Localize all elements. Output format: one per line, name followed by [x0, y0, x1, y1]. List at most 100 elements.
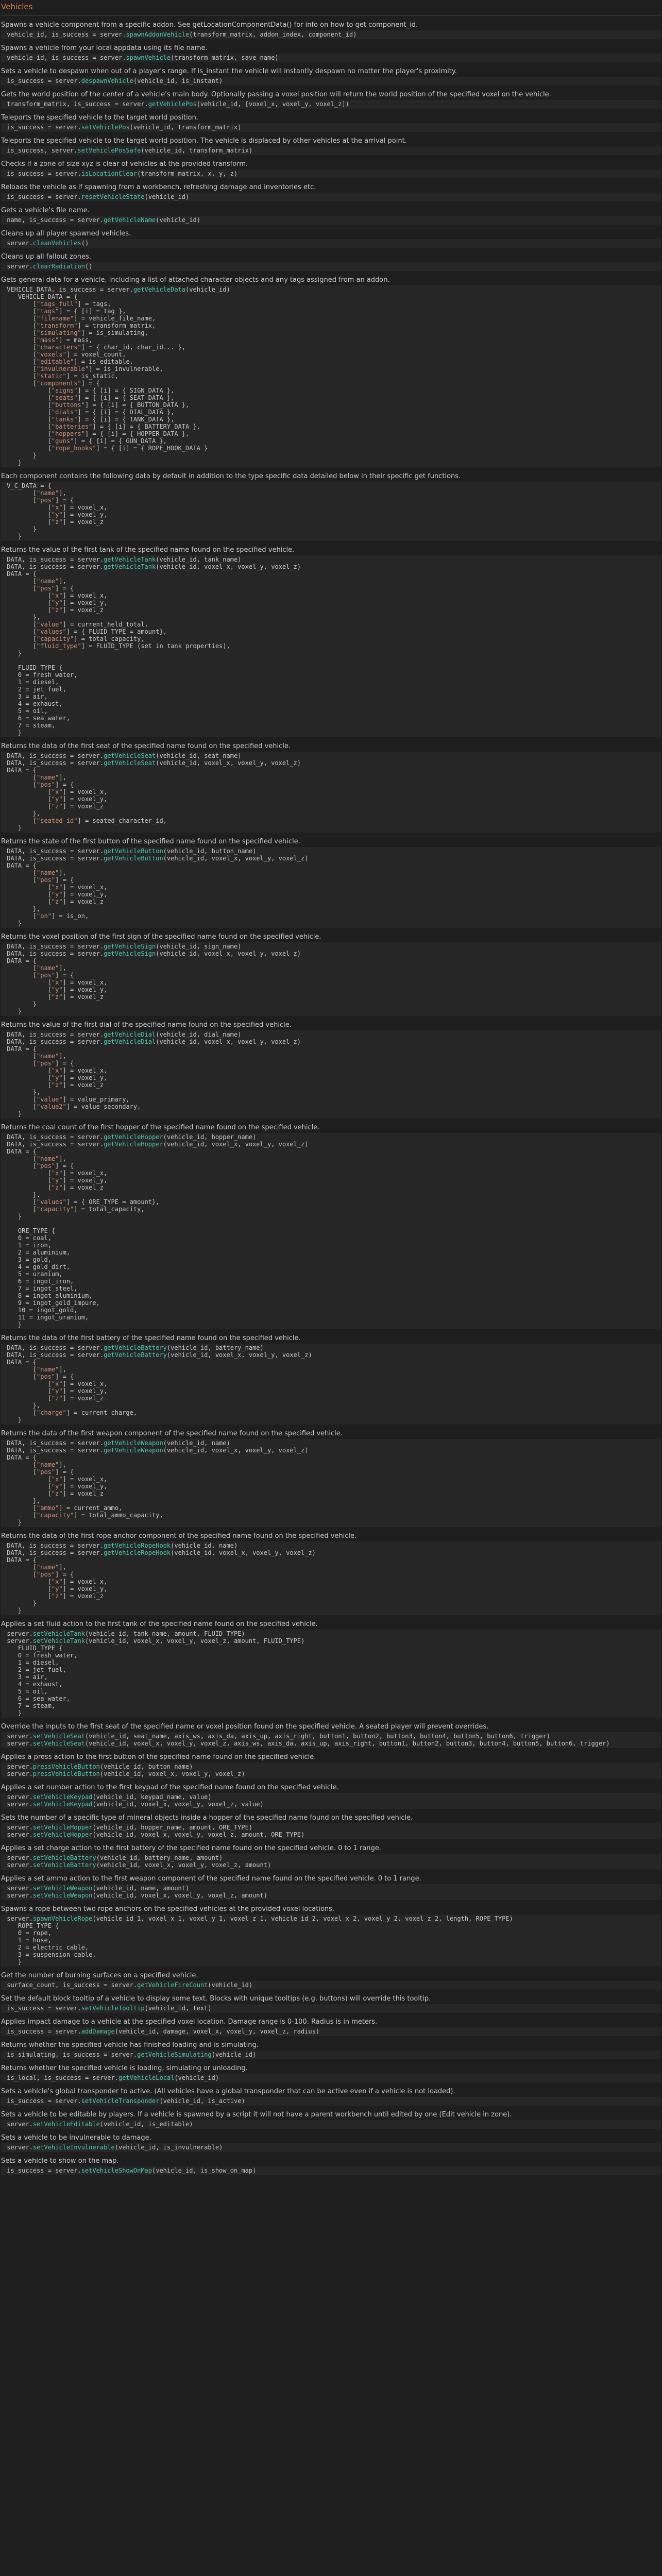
doc-entry: Applies impact damage to a vehicle at th… [1, 2018, 661, 2036]
entry-description: Sets a vehicle to be invulnerable to dam… [1, 2134, 151, 2142]
entry-description: Returns the state of the first button of… [1, 838, 300, 845]
entry-description: Returns the voxel position of the first … [1, 933, 321, 941]
entry-code-block: server.setVehicleWeapon(vehicle_id, name… [1, 1884, 661, 1900]
doc-entry: Spawns a vehicle from your local appdata… [1, 44, 661, 62]
entry-code-block: DATA, is_success = server.getVehicleSign… [1, 942, 661, 1016]
entry-code-block: server.setVehicleHopper(vehicle_id, hopp… [1, 1823, 661, 1839]
entry-description: Applies impact damage to a vehicle at th… [1, 2018, 378, 2026]
entry-code-block: transform_matrix, is_success = server.ge… [1, 100, 661, 109]
entry-description: Teleports the specified vehicle to the t… [1, 114, 199, 122]
entry-code-block: server.spawnVehicleRope(vehicle_id_1, vo… [1, 1914, 661, 1967]
entry-code-block: is_success, server.setVehiclePosSafe(veh… [1, 146, 661, 155]
doc-entry: Returns the value of the first dial of t… [1, 1021, 661, 1118]
doc-entry: Checks if a zone of size xyz is clear of… [1, 160, 661, 178]
entry-description: Gets the world position of the center of… [1, 91, 551, 98]
doc-entry: Returns whether the specified vehicle is… [1, 2064, 661, 2082]
doc-entry: Gets general data for a vehicle, includi… [1, 276, 661, 467]
entry-code-block: server.setVehicleBattery(vehicle_id, bat… [1, 1854, 661, 1870]
entry-code-block: vehicle_id, is_success = server.spawnAdd… [1, 30, 661, 39]
entry-description: Applies a set fluid action to the first … [1, 1620, 318, 1628]
doc-entry: Sets a vehicle to despawn when out of a … [1, 67, 661, 86]
entry-code-block: server.setVehicleTank(vehicle_id, tank_n… [1, 1630, 661, 1718]
entry-code-block: DATA, is_success = server.getVehicleSeat… [1, 752, 661, 833]
entry-code-block: vehicle_id, is_success = server.spawnVeh… [1, 54, 661, 62]
entry-description: Returns the data of the first weapon com… [1, 1430, 343, 1437]
entry-description: Sets a vehicle's global transponder to a… [1, 2088, 455, 2095]
doc-entry: Set the default block tooltip of a vehic… [1, 1995, 661, 2013]
entry-description: Cleans up all fallout zones. [1, 253, 91, 261]
entry-code-block: is_success = server.setVehicleTooltip(ve… [1, 2004, 661, 2013]
doc-entry: Each component contains the following da… [1, 472, 661, 541]
entry-code-block: DATA, is_success = server.getVehicleWeap… [1, 1439, 661, 1527]
entry-description: Returns the coal count of the first hopp… [1, 1124, 320, 1131]
entry-description: Applies a press action to the first butt… [1, 1753, 316, 1761]
doc-entry: Gets the world position of the center of… [1, 91, 661, 109]
entry-code-block: DATA, is_success = server.getVehicleDial… [1, 1030, 661, 1118]
entry-code-block: DATA, is_success = server.getVehicleHopp… [1, 1133, 661, 1329]
entry-code-block: server.setVehicleSeat(vehicle_id, seat_n… [1, 1732, 661, 1748]
doc-entry: Sets a vehicle's global transponder to a… [1, 2088, 661, 2106]
doc-entry: Teleports the specified vehicle to the t… [1, 114, 661, 132]
doc-entry: Sets a vehicle to be invulnerable to dam… [1, 2134, 661, 2152]
doc-entry: Applies a set fluid action to the first … [1, 1620, 661, 1718]
entry-description: Gets general data for a vehicle, includi… [1, 276, 390, 284]
entry-description: Returns the data of the first rope ancho… [1, 1532, 357, 1540]
entry-code-block: V_C_DATA = { ["name"], ["pos"] = { ["x"]… [1, 482, 661, 541]
entry-description: Applies a set number action to the first… [1, 1784, 339, 1791]
entry-code-block: DATA, is_success = server.getVehicleButt… [1, 847, 661, 928]
doc-entry: Returns the coal count of the first hopp… [1, 1124, 661, 1329]
entry-description: Override the inputs to the first seat of… [1, 1723, 489, 1731]
entry-code-block: server.setVehicleInvulnerable(vehicle_id… [1, 2143, 661, 2152]
entry-code-block: server.setVehicleKeypad(vehicle_id, keyp… [1, 1793, 661, 1809]
doc-entry: Gets a vehicle's file name. name, is_suc… [1, 207, 661, 225]
entry-description: Each component contains the following da… [1, 472, 461, 480]
entry-description: Returns whether the specified vehicle is… [1, 2064, 248, 2072]
entry-code-block: is_success = server.setVehiclePos(vehicl… [1, 123, 661, 132]
entry-description: Spawns a rope between two rope anchors o… [1, 1905, 335, 1913]
entry-code-block: server.clearRadiation() [1, 262, 661, 271]
entry-description: Reloads the vehicle as if spawning from … [1, 183, 316, 191]
entry-code-block: is_success = server.isLocationClear(tran… [1, 170, 661, 178]
entry-code-block: server.cleanVehicles() [1, 239, 661, 248]
entry-description: Gets a vehicle's file name. [1, 207, 90, 214]
doc-entry: Spawns a vehicle component from a specif… [1, 21, 661, 39]
entry-code-block: is_local, is_success = server.getVehicle… [1, 2074, 661, 2082]
entry-code-block: VEHICLE_DATA, is_success = server.getVeh… [1, 285, 661, 467]
doc-entry: Cleans up all fallout zones. server.clea… [1, 253, 661, 271]
entry-description: Returns the data of the first seat of th… [1, 742, 291, 750]
doc-entry: Returns whether the specified vehicle ha… [1, 2041, 661, 2059]
section-title: Vehicles [1, 2, 661, 16]
entry-description: Checks if a zone of size xyz is clear of… [1, 160, 248, 168]
doc-entry: Sets a vehicle to be editable by players… [1, 2111, 661, 2129]
entry-description: Teleports the specified vehicle to the t… [1, 137, 407, 145]
entry-description: Applies a set ammo action to the first w… [1, 1875, 421, 1883]
entry-list: Spawns a vehicle component from a specif… [1, 21, 661, 2175]
vehicles-doc-page: Vehicles Spawns a vehicle component from… [0, 0, 662, 2182]
doc-entry: Get the number of burning surfaces on a … [1, 1972, 661, 1990]
entry-description: Returns the data of the first battery of… [1, 1334, 301, 1342]
doc-entry: Sets the number of a specific type of mi… [1, 1814, 661, 1839]
entry-description: Applies a set charge action to the first… [1, 1844, 381, 1852]
doc-entry: Applies a set charge action to the first… [1, 1844, 661, 1870]
entry-description: Sets a vehicle to be editable by players… [1, 2111, 512, 2119]
entry-code-block: is_success = server.despawnVehicle(vehic… [1, 77, 661, 86]
entry-description: Cleans up all player spawned vehicles. [1, 230, 131, 238]
entry-code-block: name, is_success = server.getVehicleName… [1, 216, 661, 225]
entry-description: Returns whether the specified vehicle ha… [1, 2041, 259, 2049]
doc-entry: Applies a set number action to the first… [1, 1784, 661, 1809]
doc-entry: Reloads the vehicle as if spawning from … [1, 183, 661, 201]
entry-description: Sets a vehicle to despawn when out of a … [1, 67, 457, 75]
doc-entry: Cleans up all player spawned vehicles. s… [1, 230, 661, 248]
doc-entry: Returns the data of the first weapon com… [1, 1430, 661, 1527]
entry-code-block: server.pressVehicleButton(vehicle_id, bu… [1, 1762, 661, 1778]
entry-code-block: DATA, is_success = server.getVehicleTank… [1, 555, 661, 737]
entry-description: Set the default block tooltip of a vehic… [1, 1995, 431, 2003]
doc-entry: Returns the value of the first tank of t… [1, 546, 661, 737]
entry-description: Get the number of burning surfaces on a … [1, 1972, 198, 1979]
doc-entry: Returns the data of the first seat of th… [1, 742, 661, 833]
entry-description: Sets a vehicle to show on the map. [1, 2157, 119, 2165]
entry-code-block: is_success = server.setVehicleTransponde… [1, 2097, 661, 2106]
doc-entry: Returns the data of the first battery of… [1, 1334, 661, 1425]
entry-code-block: is_success = server.resetVehicleState(ve… [1, 193, 661, 201]
entry-description: Sets the number of a specific type of mi… [1, 1814, 413, 1822]
